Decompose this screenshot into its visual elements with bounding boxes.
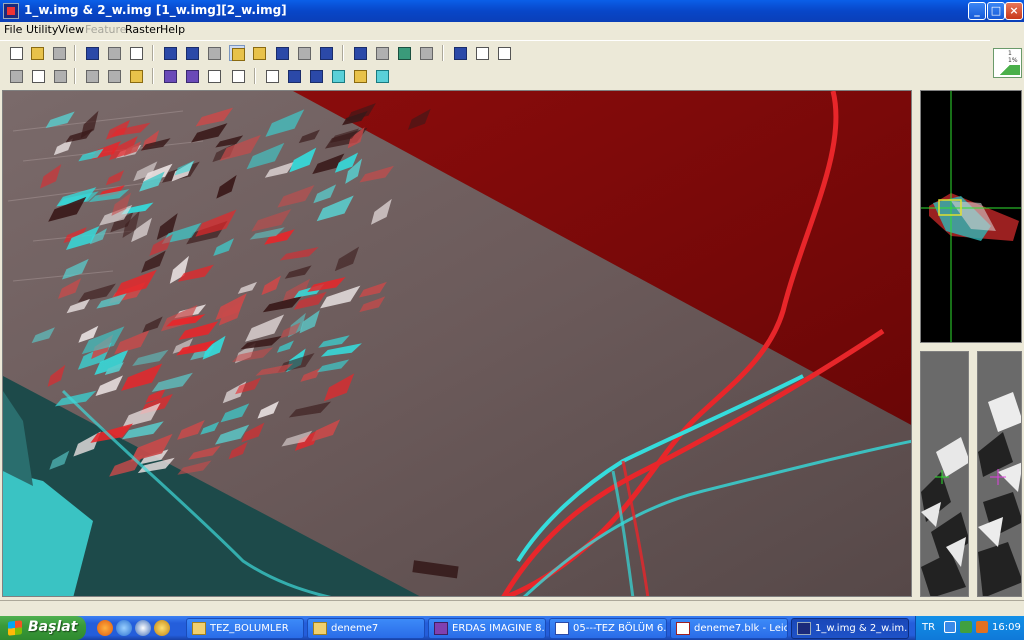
clear-icon[interactable] bbox=[206, 45, 222, 61]
save-icon[interactable] bbox=[51, 45, 67, 61]
select-box-icon[interactable] bbox=[30, 68, 46, 84]
copy-icon[interactable] bbox=[106, 68, 122, 84]
rectangle-icon[interactable] bbox=[230, 68, 246, 84]
line-icon[interactable] bbox=[184, 68, 200, 84]
toolbar-separator bbox=[442, 45, 444, 61]
inquire-icon[interactable] bbox=[8, 68, 24, 84]
language-indicator[interactable]: TR bbox=[922, 622, 935, 633]
start-button[interactable]: Başlat bbox=[0, 616, 86, 640]
leica-icon bbox=[676, 622, 690, 635]
toolbar-separator bbox=[74, 68, 76, 84]
task-erdas-imagine[interactable]: ERDAS IMAGINE 8.7 bbox=[428, 618, 546, 639]
anaglyph-image[interactable] bbox=[3, 91, 912, 597]
solid-icon[interactable] bbox=[330, 68, 346, 84]
globe-icon[interactable] bbox=[396, 45, 412, 61]
save-as-icon[interactable] bbox=[84, 45, 100, 61]
windows-logo-icon bbox=[8, 620, 22, 636]
minimize-button[interactable]: _ bbox=[968, 2, 986, 20]
system-tray: TR 16:09 bbox=[915, 616, 1024, 640]
start-label: Başlat bbox=[28, 619, 78, 635]
menu-help[interactable]: Help bbox=[160, 23, 185, 36]
toolbar-separator bbox=[342, 45, 344, 61]
menu-utility[interactable]: Utility bbox=[26, 23, 58, 36]
thumbnail-graph-icon bbox=[996, 65, 1020, 75]
cut-icon[interactable] bbox=[84, 68, 100, 84]
task-tez-bolumler[interactable]: TEZ_BOLUMLER bbox=[186, 618, 304, 639]
new-icon[interactable] bbox=[8, 45, 24, 61]
status-bar bbox=[0, 600, 1024, 616]
overview-image[interactable] bbox=[921, 91, 1022, 343]
overview-pane[interactable] bbox=[920, 90, 1022, 343]
annotation-toolbar bbox=[0, 64, 990, 88]
firefox-icon[interactable] bbox=[97, 620, 113, 636]
task-stereo-viewer[interactable]: 1_w.img & 2_w.im... bbox=[791, 618, 909, 639]
zoom-in-icon[interactable] bbox=[162, 45, 178, 61]
menu-file[interactable]: File bbox=[4, 23, 22, 36]
paste-icon[interactable] bbox=[128, 68, 144, 84]
menu-bar: File Utility View Feature Raster Help bbox=[0, 22, 1024, 39]
battery-icon[interactable] bbox=[976, 621, 988, 633]
title-bar: 1_w.img & 2_w.img [1_w.img][2_w.img] _ □… bbox=[0, 0, 1024, 22]
toolbar-separator bbox=[254, 68, 256, 84]
toolbar-separator bbox=[74, 45, 76, 61]
left-eye-detail-pane[interactable] bbox=[920, 351, 969, 597]
swap-icon[interactable] bbox=[274, 45, 290, 61]
task-deneme7-folder[interactable]: deneme7 bbox=[307, 618, 425, 639]
menu-raster[interactable]: Raster bbox=[125, 23, 160, 36]
measure-icon[interactable] bbox=[374, 45, 390, 61]
zoom-percent: 1 1% bbox=[1008, 50, 1018, 64]
window-title: 1_w.img & 2_w.img [1_w.img][2_w.img] bbox=[24, 3, 287, 17]
curve-icon[interactable] bbox=[264, 68, 280, 84]
right-eye-detail-pane[interactable] bbox=[977, 351, 1022, 597]
layout-2-icon[interactable] bbox=[251, 45, 267, 61]
folder-icon bbox=[192, 622, 206, 635]
viewer-icon bbox=[797, 622, 811, 635]
main-toolbar bbox=[0, 40, 990, 64]
paste-window-icon[interactable] bbox=[496, 45, 512, 61]
app-icon[interactable] bbox=[3, 3, 19, 19]
menu-view[interactable]: View bbox=[58, 23, 84, 36]
eraser-icon[interactable] bbox=[106, 45, 122, 61]
winamp-icon[interactable] bbox=[154, 620, 170, 636]
toolbar-separator bbox=[152, 68, 154, 84]
copy-window-icon[interactable] bbox=[474, 45, 490, 61]
point-icon[interactable] bbox=[206, 68, 222, 84]
layout-1-icon[interactable] bbox=[229, 45, 245, 61]
fit-icon[interactable] bbox=[318, 45, 334, 61]
maximize-button[interactable]: □ bbox=[987, 2, 1005, 20]
main-stereo-viewer[interactable] bbox=[2, 90, 912, 597]
clock: 16:09 bbox=[992, 622, 1021, 633]
page-icon[interactable] bbox=[418, 45, 434, 61]
toolbar-separator bbox=[152, 45, 154, 61]
open-icon[interactable] bbox=[29, 45, 45, 61]
ie-icon[interactable] bbox=[116, 620, 132, 636]
polyline-icon[interactable] bbox=[286, 68, 302, 84]
right-detail-image[interactable] bbox=[978, 352, 1022, 597]
menu-feature: Feature bbox=[85, 23, 127, 36]
network-icon[interactable] bbox=[944, 621, 956, 633]
rotate-icon[interactable] bbox=[296, 45, 312, 61]
close-button[interactable]: × bbox=[1005, 2, 1023, 20]
overview-thumbnail-widget[interactable]: 1 1% bbox=[993, 48, 1022, 78]
media-icon[interactable] bbox=[135, 620, 151, 636]
crop-icon[interactable] bbox=[52, 68, 68, 84]
erdas-icon bbox=[434, 622, 448, 635]
task-word-document[interactable]: 05---TEZ BÖLÜM 6.... bbox=[549, 618, 667, 639]
folder-icon bbox=[313, 622, 327, 635]
overlay-icon[interactable] bbox=[352, 45, 368, 61]
box3d-icon[interactable] bbox=[352, 68, 368, 84]
word-icon bbox=[555, 622, 569, 635]
angle-icon[interactable] bbox=[162, 68, 178, 84]
refresh-icon[interactable] bbox=[452, 45, 468, 61]
left-detail-image[interactable] bbox=[921, 352, 969, 597]
stream-icon[interactable] bbox=[308, 68, 324, 84]
security-icon[interactable] bbox=[960, 621, 972, 633]
cube-icon[interactable] bbox=[374, 68, 390, 84]
zoom-out-icon[interactable] bbox=[184, 45, 200, 61]
windows-taskbar: Başlat TEZ_BOLUMLER deneme7 ERDAS IMAGIN… bbox=[0, 616, 1024, 640]
info-icon[interactable] bbox=[128, 45, 144, 61]
task-leica-block[interactable]: deneme7.blk - Leica... bbox=[670, 618, 788, 639]
